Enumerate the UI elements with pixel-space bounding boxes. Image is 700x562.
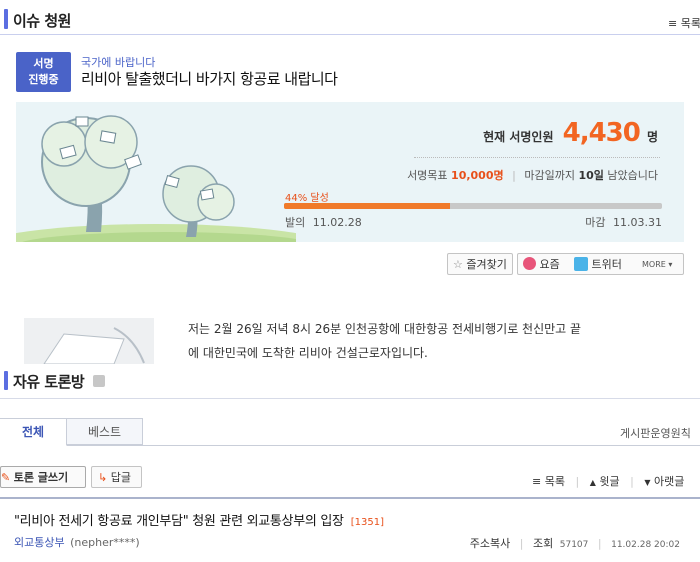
post-meta: 주소복사 | 조회 57107 | 11.02.28 20:02 <box>469 537 680 550</box>
petition-thumbnail <box>24 318 154 364</box>
yozm-share[interactable]: 요즘 <box>523 254 560 276</box>
end-value: 11.03.31 <box>613 216 662 229</box>
star-icon: ☆ <box>453 258 463 271</box>
issue-section-title: 이슈 청원 <box>13 12 71 30</box>
tab-all[interactable]: 전체 <box>0 418 67 446</box>
bookmark-label: 즐겨찾기 <box>466 258 507 271</box>
tree-illustration <box>16 115 296 242</box>
comment-count: [1351] <box>350 517 385 528</box>
forum-divider <box>0 398 700 399</box>
twitter-label: 트위터 <box>591 258 622 271</box>
write-post-label: 토론 글쓰기 <box>13 471 69 484</box>
post-title-row[interactable]: "리비아 전세기 항공료 개인부담" 청원 관련 외교통상부의 입장 [1351… <box>14 510 384 529</box>
status-badge: 서명 진행중 <box>16 52 71 92</box>
yozm-icon <box>523 257 536 270</box>
start-label: 발의 <box>285 216 306 229</box>
reply-label: 답글 <box>110 471 131 484</box>
board-rules-link[interactable]: 게시판운영원칙 <box>620 425 691 441</box>
petition-body-line-1: 저는 2월 26일 저녁 8시 26분 인천공항에 대한항공 전세비행기로 천신… <box>188 322 582 336</box>
bookmark-button[interactable]: ☆ 즐겨찾기 <box>447 253 513 275</box>
triangle-down-icon: ▼ <box>644 478 651 487</box>
list-nav-link[interactable]: ≡ 목록 <box>532 475 565 488</box>
twitter-share[interactable]: 트위터 <box>574 254 622 276</box>
section-accent-bar <box>4 9 8 29</box>
next-post-label: 아랫글 <box>653 475 685 488</box>
petition-body-line-2: 에 대한민국에 도착한 리비아 건설근로자입니다. <box>188 346 428 360</box>
current-signature-label: 현재 서명인원 <box>483 130 554 144</box>
goal-value: 10,000명 <box>451 169 504 182</box>
yozm-label: 요즘 <box>539 258 560 271</box>
copy-url-link[interactable]: 주소복사 <box>470 537 510 550</box>
views-label: 조회 <box>533 537 554 550</box>
triangle-up-icon: ▲ <box>589 478 596 487</box>
issue-list-label: 목록 <box>680 17 700 30</box>
reply-button[interactable]: ↳ 답글 <box>91 466 142 488</box>
twitter-icon <box>574 257 588 271</box>
issue-list-link[interactable]: ≡ 목록 <box>668 15 700 31</box>
more-share[interactable]: MORE ▾ <box>642 254 672 276</box>
progress-text: 44% 달성 <box>285 193 329 204</box>
deadline-days: 10일 <box>578 169 604 182</box>
petition-title[interactable]: 리비아 탈출했더니 바가지 항공료 내랍니다 <box>81 68 338 89</box>
share-button-group: 요즘 트위터 MORE ▾ <box>517 253 684 275</box>
end-date: 마감 11.03.31 <box>585 214 662 230</box>
list-icon: ≡ <box>532 475 542 488</box>
tab-best[interactable]: 베스트 <box>67 418 143 445</box>
prev-post-label: 윗글 <box>599 475 620 488</box>
reply-arrow-icon: ↳ <box>98 471 108 484</box>
views-count: 57107 <box>559 540 589 550</box>
current-signature-stat: 현재 서명인원 4,430 명 <box>483 118 658 148</box>
letter-illustration <box>43 327 145 364</box>
goal-and-deadline: 서명목표 10,000명 | 마감일까지 10일 남았습니다 <box>407 169 658 182</box>
end-label: 마감 <box>585 216 606 229</box>
header-divider <box>0 34 700 35</box>
progress-fill <box>284 203 451 209</box>
next-post-link[interactable]: ▼ 아랫글 <box>644 475 684 488</box>
write-post-button[interactable]: ✎ 토론 글쓰기 <box>0 466 86 488</box>
author-id: (nepher****) <box>70 536 140 549</box>
rss-icon[interactable] <box>93 375 105 387</box>
current-signature-count: 4,430 <box>562 118 641 148</box>
start-date: 발의 11.02.28 <box>285 214 362 230</box>
prev-post-link[interactable]: ▲ 윗글 <box>590 475 620 488</box>
goal-label: 서명목표 <box>407 169 448 182</box>
list-nav-label: 목록 <box>544 475 565 488</box>
post-top-border <box>0 497 700 499</box>
forum-section-title: 자유 토론방 <box>13 373 85 391</box>
forum-accent-bar <box>4 371 8 390</box>
progress-bar <box>284 203 662 209</box>
start-value: 11.02.28 <box>312 216 362 229</box>
list-nav: ≡ 목록 | ▲ 윗글 | ▼ 아랫글 <box>532 475 685 488</box>
stat-divider <box>414 157 660 158</box>
list-icon: ≡ <box>668 17 678 30</box>
current-signature-unit: 명 <box>646 130 658 144</box>
badge-line-2: 진행중 <box>28 73 59 86</box>
post-title: "리비아 전세기 항공료 개인부담" 청원 관련 외교통상부의 입장 <box>14 514 344 529</box>
more-label: MORE <box>642 260 666 269</box>
badge-line-1: 서명 <box>33 57 54 70</box>
petition-info-box: 현재 서명인원 4,430 명 서명목표 10,000명 | 마감일까지 10일… <box>16 102 684 242</box>
deadline-prefix: 마감일까지 <box>524 169 575 182</box>
post-date: 11.02.28 20:02 <box>611 540 680 550</box>
deadline-suffix: 남았습니다 <box>607 169 658 182</box>
author-name: 외교통상부 <box>14 536 65 549</box>
pencil-icon: ✎ <box>1 471 11 484</box>
post-author[interactable]: 외교통상부 (nepher****) <box>14 534 140 550</box>
chevron-down-icon: ▾ <box>668 260 673 269</box>
